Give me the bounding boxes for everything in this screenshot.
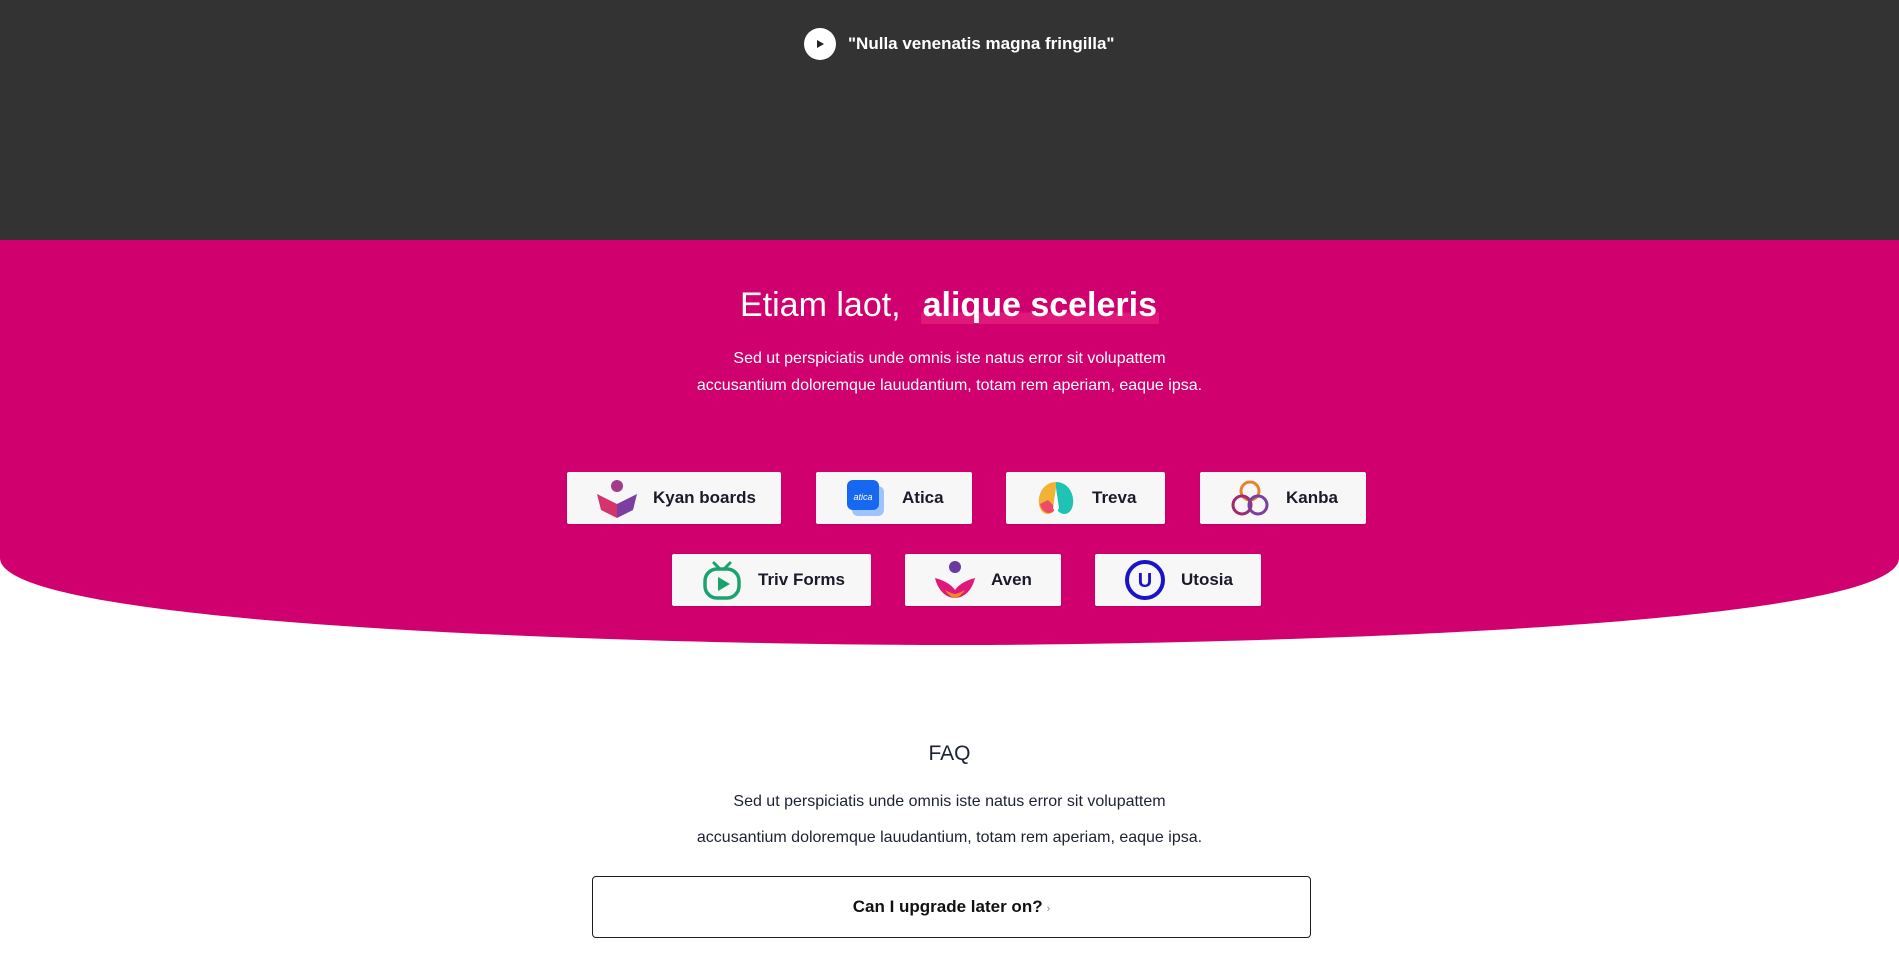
brand-label: Treva xyxy=(1092,488,1137,507)
faq-subtitle: Sed ut perspiciatis unde omnis iste natu… xyxy=(0,784,1899,856)
utosia-logo-icon: U xyxy=(1125,560,1165,600)
aven-logo-icon xyxy=(935,561,975,598)
brand-card-kanba[interactable]: Kanba xyxy=(1200,472,1366,524)
video-section: "Nulla venenatis magna fringilla" xyxy=(0,0,1899,240)
brand-card-kyan-boards[interactable]: Kyan boards xyxy=(567,472,781,524)
faq-title: FAQ xyxy=(928,742,971,765)
atica-logo-text: atica xyxy=(853,492,872,502)
page: "Nulla venenatis magna fringilla" Etiam … xyxy=(0,0,1899,961)
faq-question: Can I upgrade later on? xyxy=(852,897,1043,916)
treva-logo-icon xyxy=(1038,482,1074,514)
atica-logo-icon: atica xyxy=(847,480,884,516)
brand-label: Kanba xyxy=(1286,488,1338,507)
brand-card-treva[interactable]: Treva xyxy=(1006,472,1165,524)
brands-heading-light: Etiam laot, xyxy=(740,286,901,324)
brand-label: Atica xyxy=(902,488,944,507)
faq-item-upgrade[interactable]: Can I upgrade later on? › xyxy=(592,876,1311,938)
brands-subtitle-line-1: Sed ut perspiciatis unde omnis iste natu… xyxy=(733,350,1166,367)
brand-label: Triv Forms xyxy=(758,570,845,589)
brand-card-triv-forms[interactable]: Triv Forms xyxy=(672,554,871,606)
brands-subtitle: Sed ut perspiciatis unde omnis iste natu… xyxy=(0,345,1899,399)
faq-subtitle-line-1: Sed ut perspiciatis unde omnis iste natu… xyxy=(733,793,1166,810)
kanba-logo-icon xyxy=(1231,480,1269,516)
kyan-boards-logo-icon xyxy=(597,480,637,518)
brand-card-atica[interactable]: atica Atica xyxy=(816,472,972,524)
play-icon xyxy=(817,40,824,48)
brands-heading: Etiam laot, alique sceleris xyxy=(0,285,1899,325)
play-button[interactable] xyxy=(804,28,836,60)
video-title: "Nulla venenatis magna fringilla" xyxy=(848,34,1115,53)
brand-card-utosia[interactable]: U Utosia xyxy=(1095,554,1261,606)
faq-subtitle-line-2: accusantium doloremque lauudantium, tota… xyxy=(696,829,1203,846)
brand-label: Kyan boards xyxy=(653,488,756,507)
brands-heading-strong: alique sceleris xyxy=(920,286,1159,324)
brand-label: Aven xyxy=(991,570,1032,589)
brand-card-aven[interactable]: Aven xyxy=(905,554,1061,606)
brands-subtitle-line-2: accusantium doloremque lauudantium, tota… xyxy=(696,377,1203,394)
triv-forms-logo-icon xyxy=(703,561,741,600)
video-play-row: "Nulla venenatis magna fringilla" xyxy=(804,28,1114,60)
utosia-logo-text: U xyxy=(1138,570,1152,592)
brands-section: Etiam laot, alique sceleris Sed ut perspi… xyxy=(0,240,1899,645)
chevron-right-icon: › xyxy=(1046,903,1051,915)
brand-label: Utosia xyxy=(1181,570,1233,589)
